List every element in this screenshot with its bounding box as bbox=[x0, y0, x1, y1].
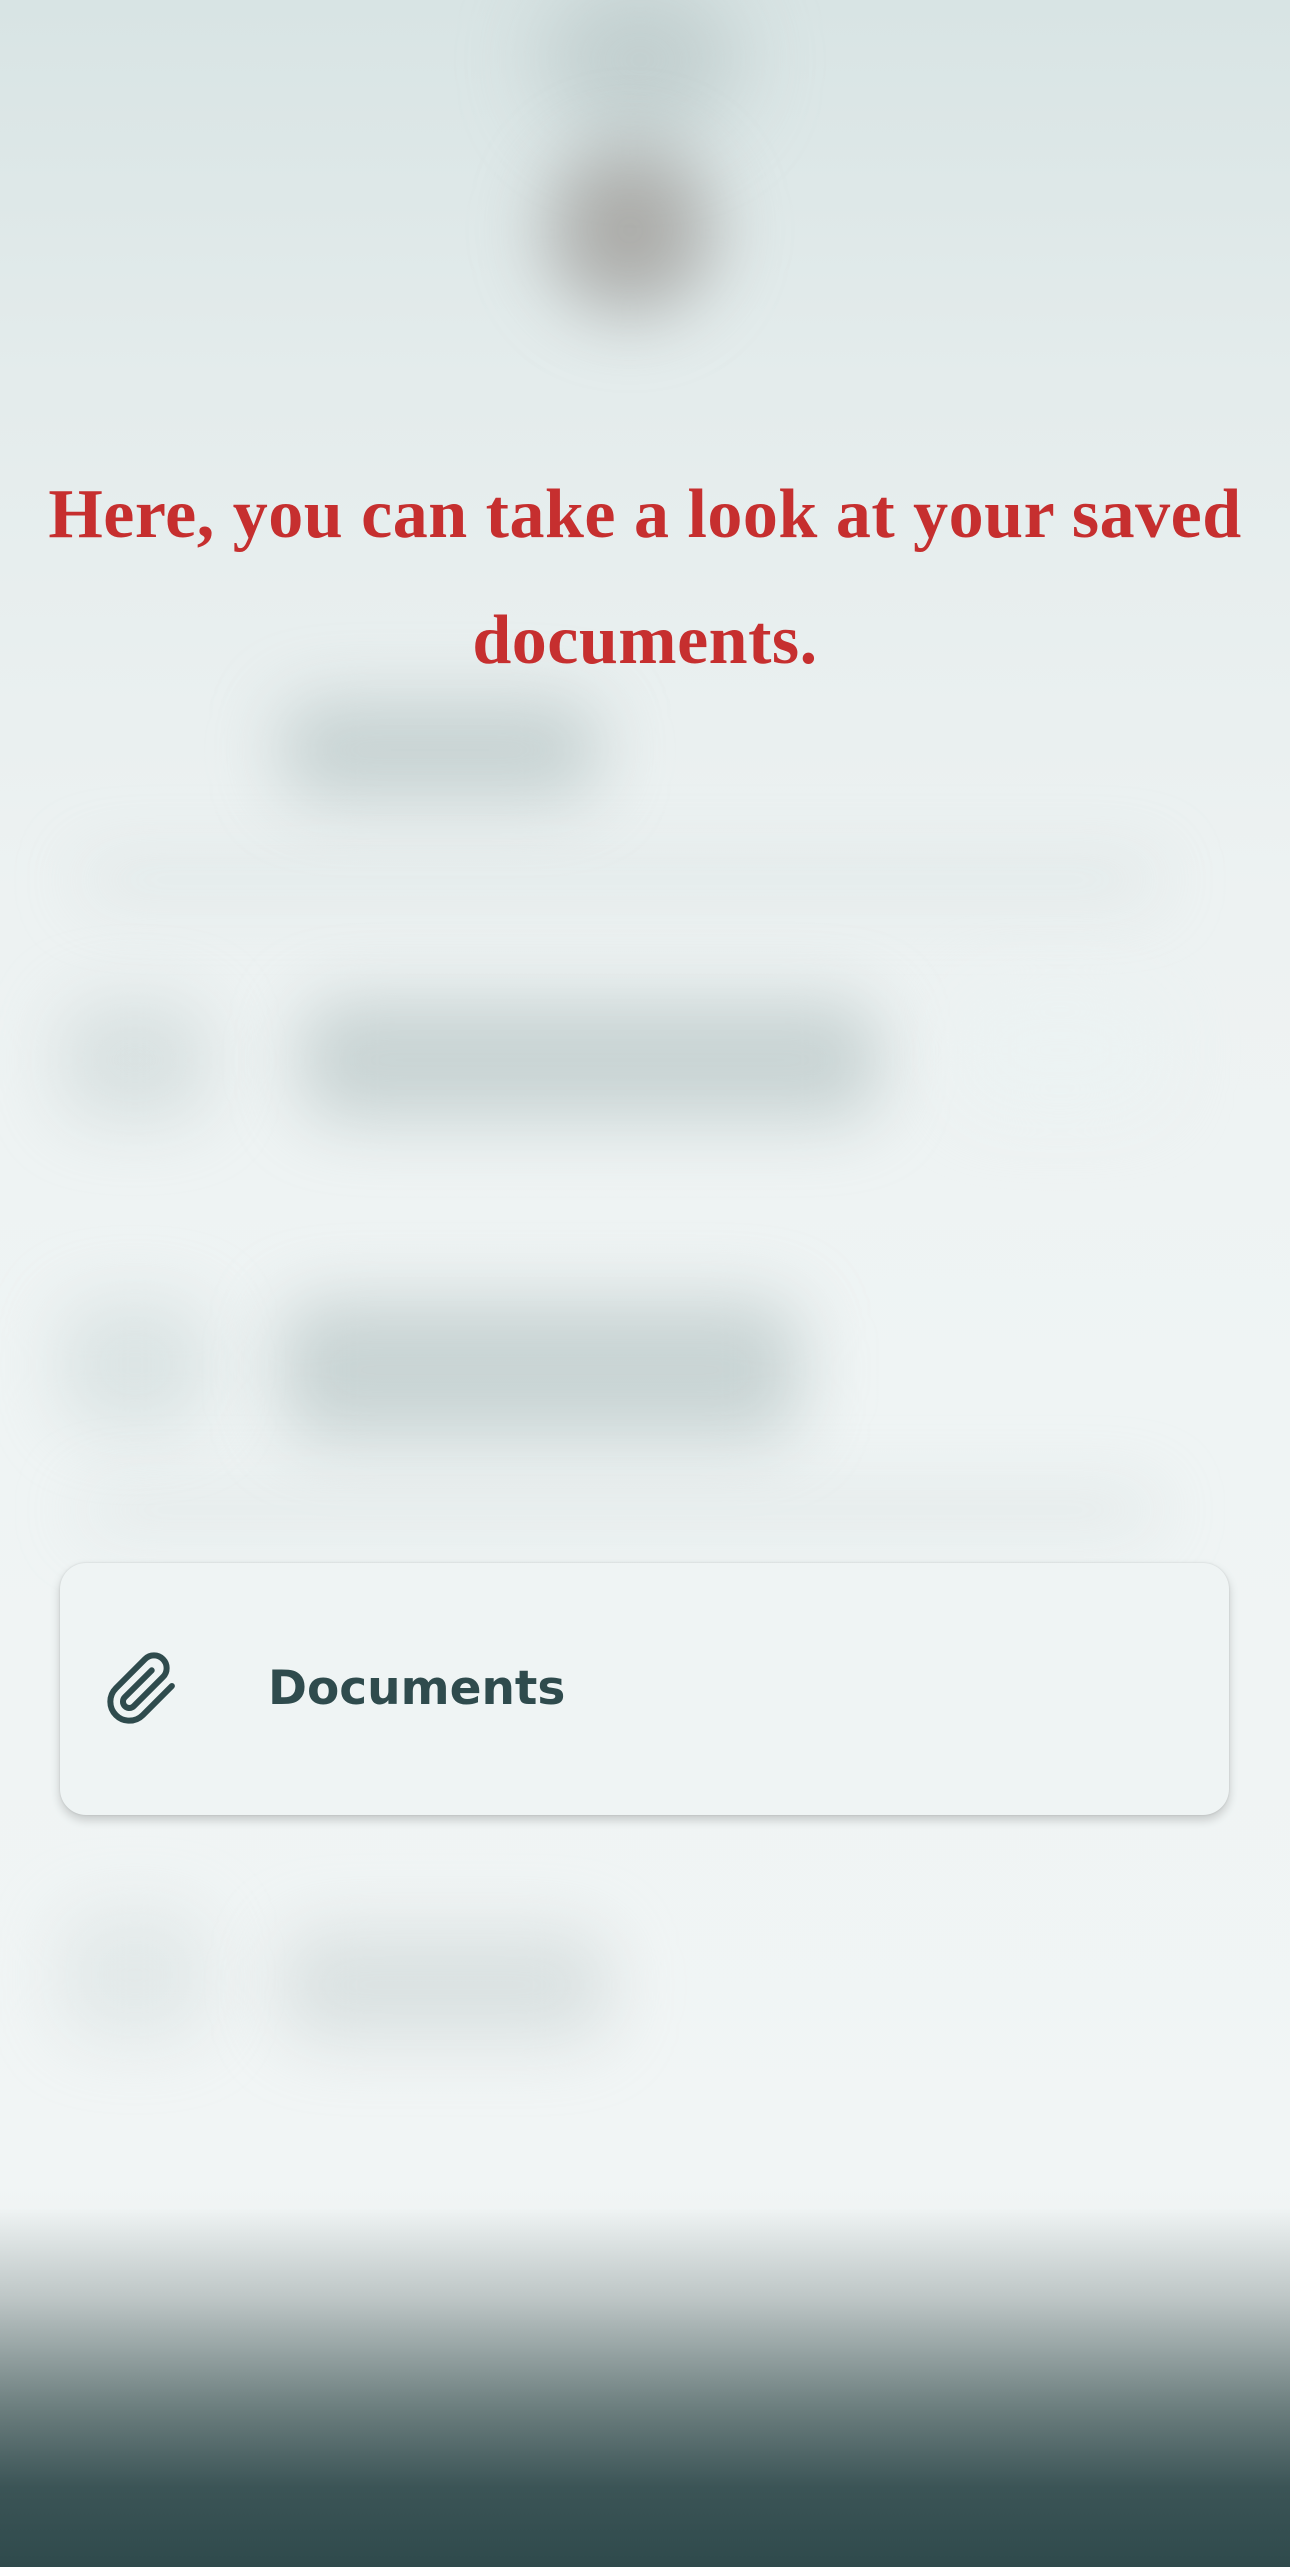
documents-label: Documents bbox=[268, 1661, 566, 1716]
blurred-menu-divider-1 bbox=[80, 860, 1160, 900]
blurred-menu-item-3-text bbox=[280, 1300, 800, 1440]
blurred-avatar bbox=[520, 120, 740, 340]
paperclip-icon bbox=[107, 1652, 175, 1724]
blurred-menu-item-2-text bbox=[300, 1000, 880, 1120]
blurred-header bbox=[540, 0, 740, 140]
blurred-menu-item-3 bbox=[60, 1300, 210, 1430]
blurred-menu-item-2-right bbox=[960, 990, 1160, 1110]
blurred-menu-divider-2 bbox=[80, 1490, 1160, 1530]
bottom-navigation-bar bbox=[0, 2207, 1290, 2567]
blurred-menu-item-4 bbox=[60, 1910, 210, 2040]
documents-menu-item[interactable]: Documents bbox=[60, 1563, 1229, 1815]
blurred-menu-item-4-text bbox=[280, 1930, 610, 2040]
onboarding-message: Here, you can take a look at your saved … bbox=[48, 476, 1242, 679]
blurred-menu-item-1 bbox=[280, 700, 600, 800]
blurred-menu-item-2 bbox=[60, 1000, 210, 1120]
